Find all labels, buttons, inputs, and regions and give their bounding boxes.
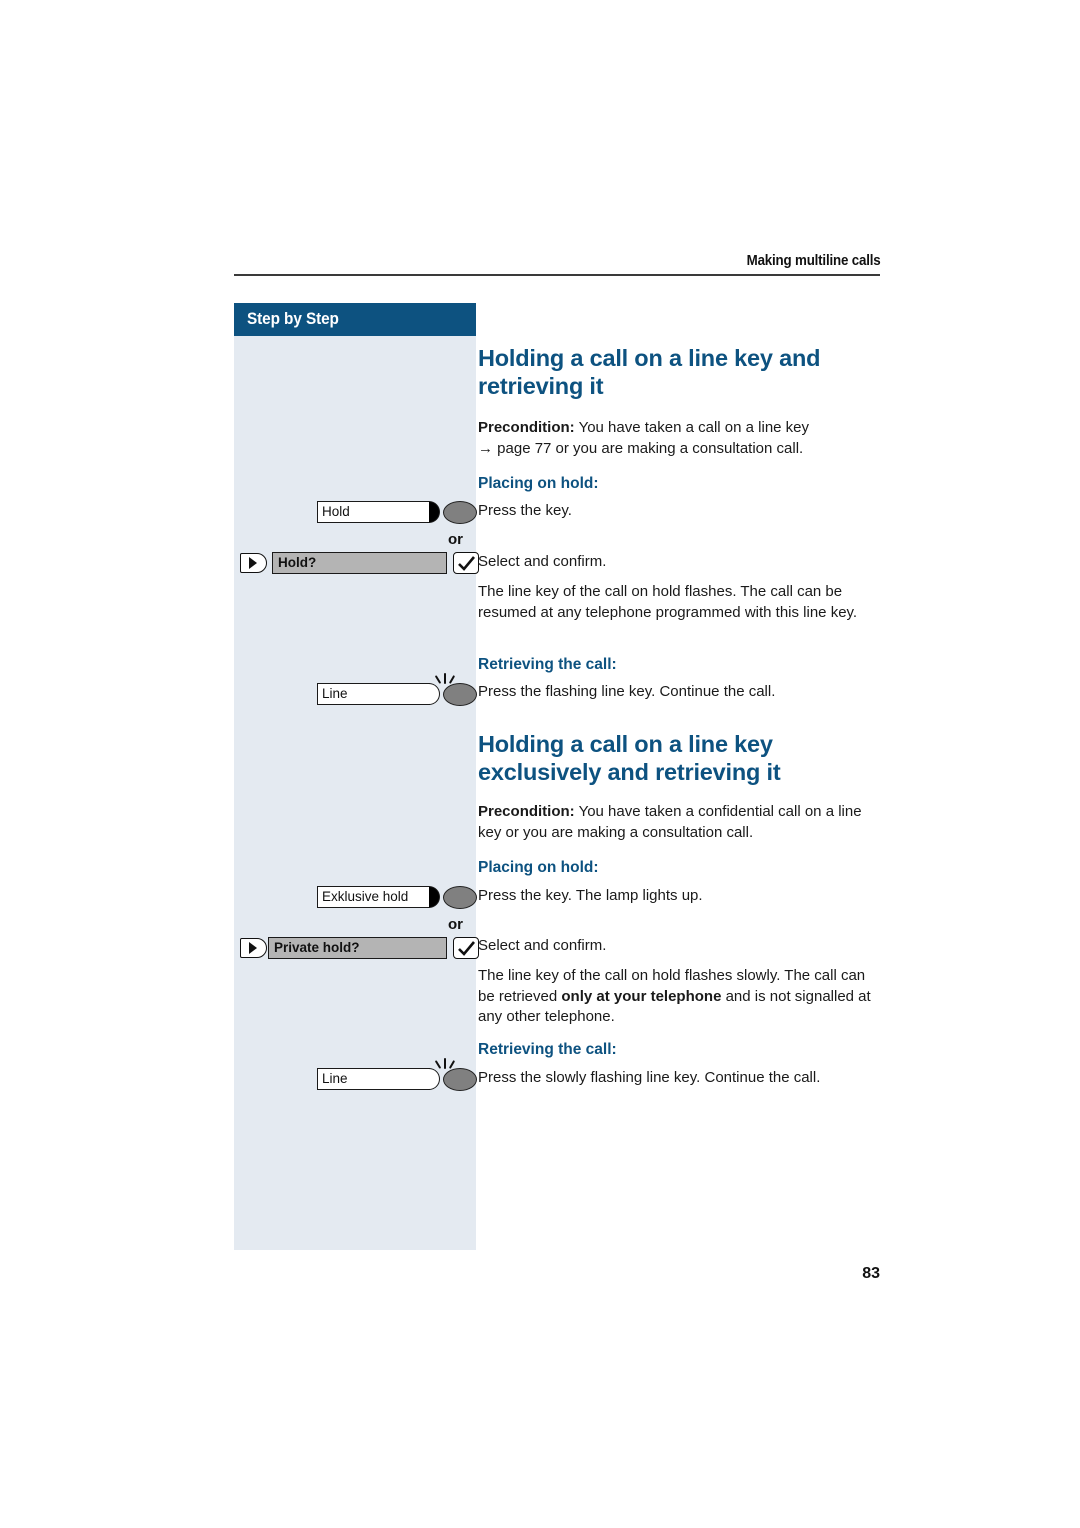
nav-key-triangle (249, 557, 257, 569)
line-2-key-label: Line (322, 1071, 348, 1086)
placing-on-hold-heading-1: Placing on hold: (478, 475, 599, 492)
exclusive-hold-key-label: Exklusive hold (322, 889, 409, 904)
line-1-key-plate: Line (317, 683, 430, 705)
sidebar-banner: Step by Step (234, 303, 476, 336)
checkmark-glyph (458, 941, 475, 956)
select-and-confirm-1: Select and confirm. (478, 553, 607, 570)
header-divider (234, 274, 880, 276)
nav-right-icon[interactable] (240, 553, 267, 573)
section-2-press-key-text: Press the key. The lamp lights up. (478, 886, 882, 907)
page-ref-arrow-icon: → (478, 439, 493, 457)
line-2-key-lamp-icon (429, 1068, 440, 1090)
hold-key-lamp-icon (429, 501, 440, 523)
select-and-confirm-2: Select and confirm. (478, 937, 607, 954)
line-1-key-label: Line (322, 686, 348, 701)
section-1-placing-on-hold-heading: Placing on hold: (478, 474, 882, 494)
line-1-key-lamp-icon (429, 683, 440, 705)
explanation-emphasis: only at your telephone (561, 987, 722, 1005)
key-graphic-hold-softkey: Hold? (240, 552, 479, 578)
section-2-select-confirm-text: Select and confirm. (478, 936, 882, 957)
exclusive-hold-key-button[interactable] (443, 886, 477, 909)
or-separator-1: or (448, 531, 463, 548)
key-graphic-exclusive-hold: Exklusive hold (317, 886, 477, 912)
retrieving-the-call-heading-1: Retrieving the call: (478, 656, 617, 673)
hold-key-plate: Hold (317, 501, 430, 523)
section-1-press-key-text: Press the key. (478, 501, 882, 522)
section-1-hold-explanation: The line key of the call on hold flashes… (478, 582, 882, 623)
key-graphic-hold: Hold (317, 501, 477, 527)
section-2-placing-on-hold-heading: Placing on hold: (478, 858, 882, 878)
section-2-retrieving-heading: Retrieving the call: (478, 1040, 882, 1060)
running-header: Making multiline calls (234, 252, 880, 270)
section-1-precondition-ref: page 77 or you are making a consultation… (493, 439, 804, 457)
key-graphic-private-hold-softkey: Private hold? (240, 937, 479, 963)
hold-softkey-label: Hold? (278, 555, 317, 570)
exclusive-hold-key-lamp-icon (429, 886, 440, 908)
line-1-flash-icon (434, 668, 461, 684)
hold-softkey-plate[interactable]: Hold? (272, 552, 447, 574)
key-graphic-line-1: Line (317, 673, 477, 709)
press-the-key-2: Press the key. The lamp lights up. (478, 887, 703, 904)
hold-key-label: Hold (322, 504, 350, 519)
retrieving-the-call-heading-2: Retrieving the call: (478, 1041, 617, 1058)
checkmark-icon[interactable] (453, 937, 479, 959)
line-2-key-button[interactable] (443, 1068, 477, 1091)
section-1-precondition-text: You have taken a call on a line key (574, 419, 810, 436)
line-2-flash-icon (434, 1053, 461, 1069)
or-separator-2: or (448, 916, 463, 933)
private-hold-softkey-label: Private hold? (274, 940, 360, 955)
section-2-explanation: The line key of the call on hold flashes… (478, 966, 882, 1028)
nav-key-triangle (249, 942, 257, 954)
page-number: 83 (862, 1265, 880, 1282)
section-1-retrieving-text: Press the flashing line key. Continue th… (478, 682, 882, 703)
line-1-key-button[interactable] (443, 683, 477, 706)
section-1-precondition: Precondition: You have taken a call on a… (478, 418, 882, 459)
section-1-precondition-label: Precondition: (478, 419, 575, 436)
section-2-retrieving-text: Press the slowly flashing line key. Cont… (478, 1068, 882, 1089)
section-2-precondition-label: Precondition: (478, 803, 575, 820)
running-header-title: Making multiline calls (746, 253, 880, 269)
section-2-precondition: Precondition: You have taken a confident… (478, 802, 882, 843)
section-1-title: Holding a call on a line key and retriev… (478, 345, 821, 399)
placing-on-hold-heading-2: Placing on hold: (478, 859, 599, 876)
nav-right-icon[interactable] (240, 938, 267, 958)
step-by-step-sidebar: Step by Step Hold or Hold? Line Exklusiv… (234, 303, 479, 1250)
retrieving-text-1: Press the flashing line key. Continue th… (478, 683, 776, 700)
section-2-title-block: Holding a call on a line key exclusively… (478, 730, 882, 786)
section-1-retrieving-heading: Retrieving the call: (478, 655, 882, 675)
section-1-title-block: Holding a call on a line key and retriev… (478, 344, 882, 400)
section-1-select-confirm-text: Select and confirm. (478, 552, 882, 573)
press-the-key-1: Press the key. (478, 502, 572, 519)
sidebar-banner-label: Step by Step (247, 310, 339, 328)
hold-key-button[interactable] (443, 501, 477, 524)
checkmark-icon[interactable] (453, 552, 479, 574)
hold-explanation-1: The line key of the call on hold flashes… (478, 583, 858, 621)
key-graphic-line-2: Line (317, 1058, 477, 1094)
line-2-key-plate: Line (317, 1068, 430, 1090)
private-hold-softkey-plate[interactable]: Private hold? (268, 937, 447, 959)
exclusive-hold-key-plate: Exklusive hold (317, 886, 430, 908)
section-2-title: Holding a call on a line key exclusively… (478, 731, 781, 785)
checkmark-glyph (458, 556, 475, 571)
retrieving-text-2: Press the slowly flashing line key. Cont… (478, 1069, 821, 1086)
